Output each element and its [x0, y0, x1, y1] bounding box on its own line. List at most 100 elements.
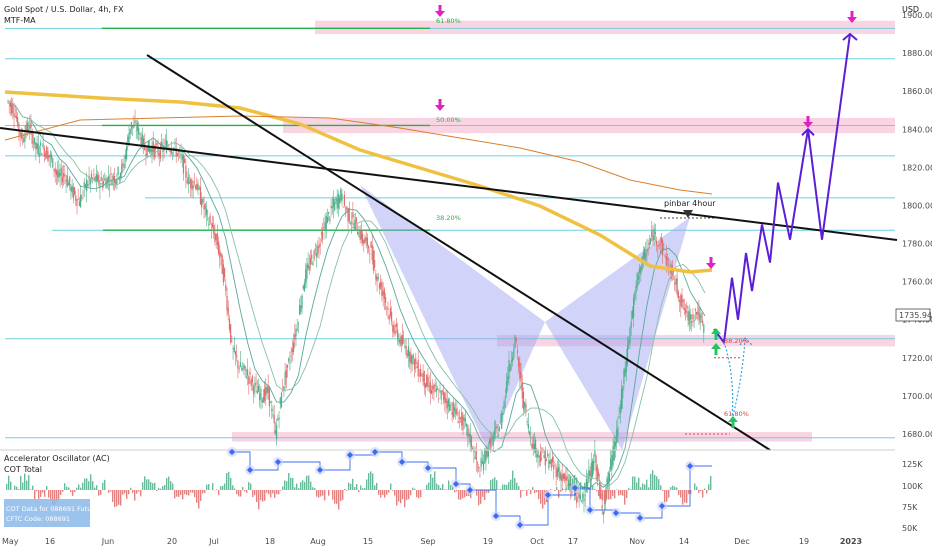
arrow-up-icon-stem: [714, 349, 718, 355]
oscillator-bar: [412, 487, 414, 490]
oscillator-bar: [378, 490, 380, 495]
candle-body: [124, 154, 126, 159]
oscillator-bar: [456, 490, 458, 492]
oscillator-bar: [410, 490, 412, 496]
candle-body: [274, 430, 277, 434]
candle-body: [338, 197, 341, 204]
oscillator-bar: [342, 490, 344, 500]
candle-body: [199, 186, 202, 205]
candle-body: [180, 153, 182, 156]
oscillator-bar: [202, 490, 204, 494]
candle-body: [174, 142, 176, 144]
oscillator-bar: [170, 481, 172, 490]
candle-body: [307, 263, 309, 269]
candle-body: [484, 449, 486, 463]
candle-body: [451, 411, 453, 416]
oscillator-bar: [110, 490, 112, 492]
candle-body: [395, 323, 398, 328]
oscillator-bar: [462, 490, 464, 499]
candle-body: [340, 189, 342, 201]
oscillator-bar: [476, 490, 478, 496]
candle-body: [133, 124, 135, 128]
candle-body: [699, 314, 701, 323]
candle-body: [237, 360, 239, 369]
oscillator-bar: [664, 490, 666, 503]
candle-body: [548, 460, 550, 469]
candle-body: [501, 412, 503, 429]
candle-body: [447, 399, 450, 407]
candle-body: [630, 321, 632, 328]
oscillator-bar: [164, 485, 166, 490]
candle-body: [593, 461, 595, 471]
oscillator-bar: [320, 490, 322, 497]
candle-body: [110, 173, 112, 175]
candle-body: [83, 182, 85, 187]
candle-body: [301, 295, 303, 308]
oscillator-bar: [370, 471, 372, 490]
candle-body: [409, 352, 411, 363]
oscillator-bar: [636, 482, 638, 490]
candle-body: [502, 413, 504, 416]
oscillator-bar: [600, 490, 602, 500]
candle-body: [205, 208, 208, 216]
candle-body: [219, 250, 221, 258]
candle-body: [639, 267, 641, 274]
oscillator-bar: [130, 487, 132, 490]
candle-body: [234, 351, 237, 356]
candle-body: [518, 358, 520, 367]
candle-body: [387, 307, 389, 310]
candle-body: [196, 184, 198, 190]
indicator-label: MTF-MA: [4, 16, 36, 25]
candle-body: [358, 236, 360, 238]
candle-body: [646, 249, 648, 253]
oscillator-bar: [492, 478, 494, 490]
candle-body: [403, 340, 405, 342]
candle-body: [675, 279, 677, 285]
oscillator-bar: [672, 485, 674, 490]
candle-body: [430, 389, 433, 394]
candle-body: [653, 229, 655, 240]
candle-body: [210, 229, 212, 231]
candle-body: [544, 449, 546, 466]
candle-body: [204, 204, 206, 209]
y-tick-label: 1840.00: [902, 125, 932, 134]
candle-body: [616, 429, 618, 444]
oscillator-bar: [558, 490, 560, 498]
candle-body: [386, 307, 388, 309]
oscillator-bar: [24, 473, 26, 490]
candle-body: [541, 458, 543, 460]
candle-body: [654, 232, 656, 234]
x-tick-label: May: [2, 537, 19, 546]
oscillator-bar: [656, 476, 658, 490]
oscillator-bar: [566, 487, 568, 490]
candle-body: [561, 474, 563, 482]
candle-body: [703, 324, 705, 333]
oscillator-bar: [404, 490, 406, 508]
oscillator-bar: [196, 490, 198, 503]
candle-body: [698, 307, 700, 320]
oscillator-bar: [238, 490, 240, 497]
candle-body: [294, 334, 296, 340]
candle-body: [364, 237, 366, 244]
oscillator-bar: [706, 490, 708, 494]
candle-body: [257, 386, 260, 392]
candle-body: [578, 492, 580, 498]
oscillator-bar: [232, 485, 234, 490]
pinbar-label: pinbar 4hour: [664, 199, 716, 208]
candle-body: [208, 223, 210, 226]
candle-body: [216, 233, 218, 245]
fib-label-382-right: 38.20%: [724, 337, 749, 345]
oscillator-bar: [358, 490, 360, 493]
oscillator-bar: [304, 481, 306, 490]
candle-body: [687, 310, 689, 321]
candle-body: [515, 338, 517, 342]
oscillator-bar: [70, 490, 72, 493]
oscillator-bar: [428, 482, 430, 490]
candle-body: [375, 274, 377, 280]
candle-body: [543, 455, 545, 458]
candle-body: [186, 180, 188, 183]
oscillator-bar: [698, 490, 700, 493]
candle-body: [438, 398, 440, 400]
candle-body: [73, 187, 76, 195]
candle-body: [648, 242, 650, 246]
